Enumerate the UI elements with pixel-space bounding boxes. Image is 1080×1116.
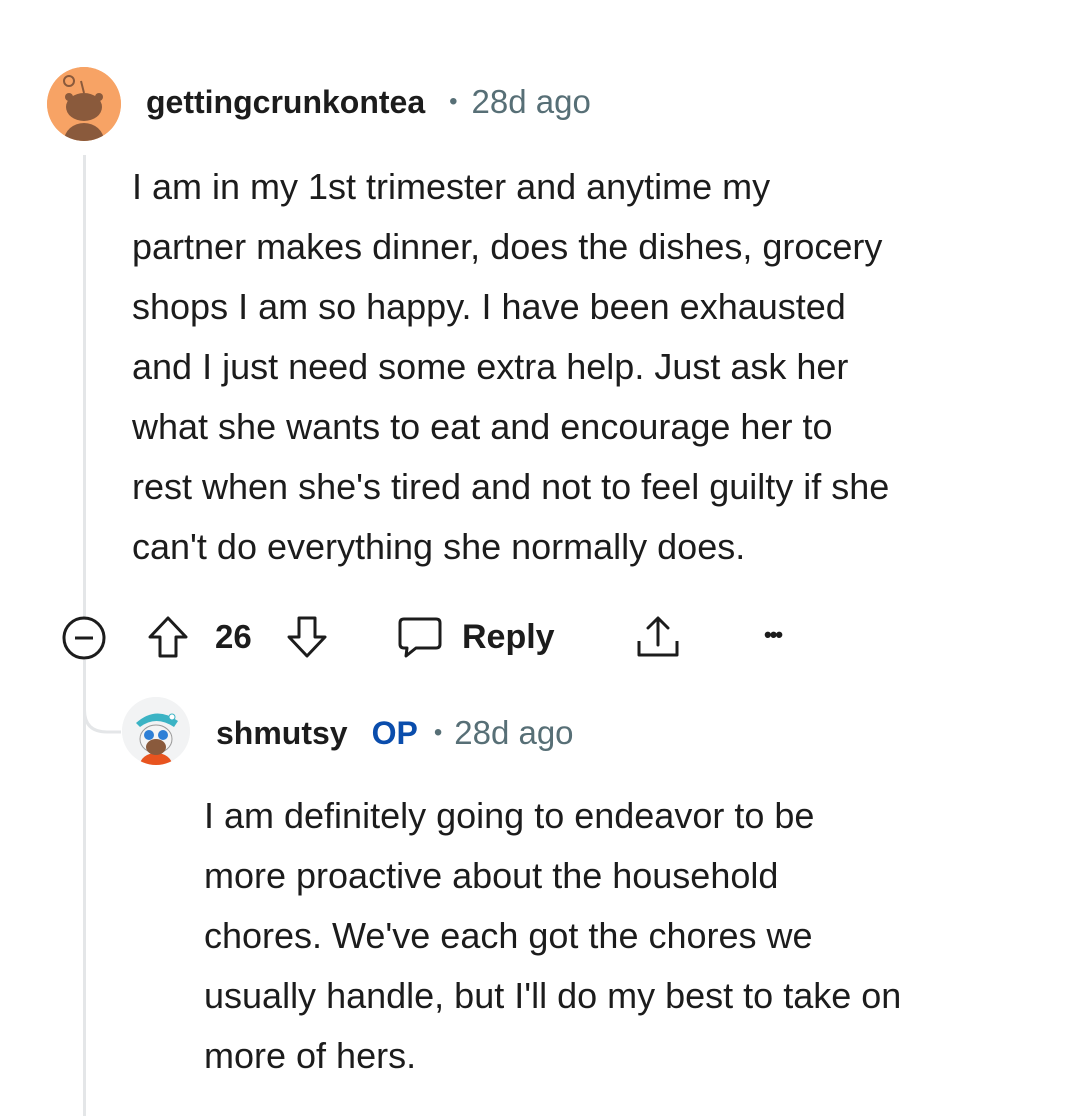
timestamp: 28d ago bbox=[454, 714, 574, 751]
vote-count: 26 bbox=[215, 618, 252, 655]
reply-line: more proactive about the household bbox=[204, 855, 779, 896]
username[interactable]: shmutsy bbox=[216, 715, 348, 752]
comment-line: what she wants to eat and encourage her … bbox=[132, 406, 833, 447]
more-options-button[interactable]: ••• bbox=[764, 620, 783, 650]
comment-body: I am in my 1st trimester and anytime my … bbox=[132, 157, 889, 577]
arrow-down-icon bbox=[287, 616, 327, 658]
user-avatar[interactable] bbox=[122, 697, 190, 765]
timestamp: 28d ago bbox=[471, 83, 591, 120]
reply-line: chores. We've each got the chores we bbox=[204, 915, 813, 956]
meta-separator: • bbox=[449, 88, 458, 115]
reply-body: I am definitely going to endeavor to be … bbox=[204, 786, 901, 1086]
comment-line: I am in my 1st trimester and anytime my bbox=[132, 166, 771, 207]
thread-line bbox=[83, 155, 86, 620]
arrow-up-icon bbox=[148, 616, 188, 658]
snoo-icon bbox=[47, 67, 121, 141]
collapse-icon bbox=[62, 616, 106, 660]
comment-line: rest when she's tired and not to feel gu… bbox=[132, 466, 890, 507]
reply-header: shmutsy OP • 28d ago bbox=[216, 711, 574, 755]
comment-line: partner makes dinner, does the dishes, g… bbox=[132, 226, 883, 267]
meta-separator: • bbox=[433, 719, 443, 746]
reply-line: more of hers. bbox=[204, 1035, 417, 1076]
reply-line: I am definitely going to endeavor to be bbox=[204, 795, 815, 836]
share-icon bbox=[637, 616, 679, 657]
reply-line: usually handle, but I'll do my best to t… bbox=[204, 975, 902, 1016]
comment-bubble-icon bbox=[398, 617, 442, 658]
share-button[interactable] bbox=[632, 612, 684, 662]
reply-connector bbox=[83, 660, 121, 734]
comment-line: and I just need some extra help. Just as… bbox=[132, 346, 849, 387]
upvote-button[interactable] bbox=[144, 612, 192, 662]
reply-label: Reply bbox=[462, 617, 555, 656]
collapse-button[interactable] bbox=[61, 615, 107, 661]
snoo-avatar-icon bbox=[122, 697, 190, 765]
comment-header: gettingcrunkontea • 28d ago bbox=[146, 80, 591, 124]
comment-line: can't do everything she normally does. bbox=[132, 526, 746, 567]
comment-line: shops I am so happy. I have been exhaust… bbox=[132, 286, 846, 327]
downvote-button[interactable] bbox=[283, 612, 331, 662]
user-avatar[interactable] bbox=[47, 67, 121, 141]
reply-button[interactable]: Reply bbox=[396, 612, 555, 662]
op-badge: OP bbox=[371, 714, 418, 751]
username[interactable]: gettingcrunkontea bbox=[146, 84, 425, 121]
